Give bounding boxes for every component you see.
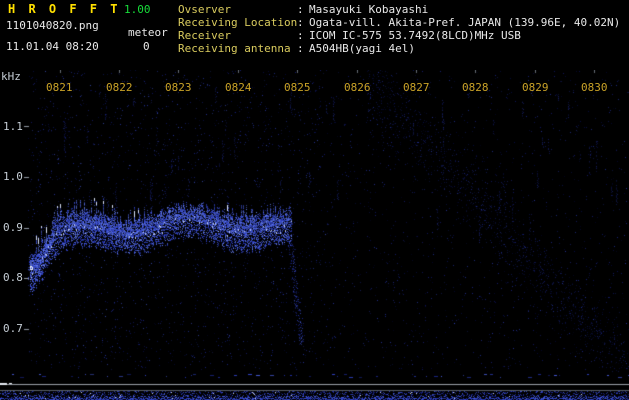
app-version: 1.00 bbox=[124, 4, 151, 16]
info-row-observer: Ovserver : Masayuki Kobayashi bbox=[178, 4, 629, 16]
observation-datetime: 11.01.04 08:20 bbox=[6, 41, 99, 53]
time-tick-label: 0827 bbox=[403, 82, 430, 94]
info-separator: : bbox=[297, 17, 304, 29]
freq-tick-label: 1.1 bbox=[3, 121, 23, 133]
freq-tick-label: 0.9 bbox=[3, 222, 23, 234]
freq-tick-label: 1.0 bbox=[3, 171, 23, 183]
output-filename: 1101040820.png bbox=[6, 20, 99, 32]
info-value: ICOM IC-575 53.7492(8LCD)MHz USB bbox=[309, 30, 521, 42]
time-tick-label: 0829 bbox=[522, 82, 549, 94]
freq-tick-label: 0.8 bbox=[3, 272, 23, 284]
info-value: A504HB(yagi 4el) bbox=[309, 43, 415, 55]
hrofft-output: H R O F F T 1.00 1101040820.png meteor 1… bbox=[0, 0, 629, 400]
info-label: Receiver bbox=[178, 30, 231, 42]
info-row-antenna: Receiving antenna : A504HB(yagi 4el) bbox=[178, 43, 629, 55]
time-tick-label: 0825 bbox=[284, 82, 311, 94]
info-separator: : bbox=[297, 43, 304, 55]
info-separator: : bbox=[297, 30, 304, 42]
info-row-location: Receiving Location : Ogata-vill. Akita-P… bbox=[178, 17, 629, 29]
meteor-count-value: 0 bbox=[143, 41, 150, 53]
info-row-receiver: Receiver : ICOM IC-575 53.7492(8LCD)MHz … bbox=[178, 30, 629, 42]
station-info: Ovserver : Masayuki Kobayashi Receiving … bbox=[178, 0, 629, 70]
time-tick-label: 0823 bbox=[165, 82, 192, 94]
time-tick-label: 0828 bbox=[462, 82, 489, 94]
freq-axis-unit: kHz bbox=[1, 71, 21, 83]
app-title: H R O F F T bbox=[8, 3, 120, 15]
info-label: Receiving Location bbox=[178, 17, 297, 29]
time-tick-label: 0826 bbox=[344, 82, 371, 94]
meteor-counter-label: meteor bbox=[128, 27, 168, 39]
time-tick-label: 0824 bbox=[225, 82, 252, 94]
info-label: Ovserver bbox=[178, 4, 231, 16]
time-tick-label: 0830 bbox=[581, 82, 608, 94]
info-value: Masayuki Kobayashi bbox=[309, 4, 428, 16]
time-tick-label: 0821 bbox=[46, 82, 73, 94]
time-tick-label: 0822 bbox=[106, 82, 133, 94]
freq-tick-label: 0.7 bbox=[3, 323, 23, 335]
spectrogram-canvas bbox=[0, 70, 629, 400]
info-separator: : bbox=[297, 4, 304, 16]
info-value: Ogata-vill. Akita-Pref. JAPAN (139.96E, … bbox=[309, 17, 620, 29]
info-label: Receiving antenna bbox=[178, 43, 291, 55]
